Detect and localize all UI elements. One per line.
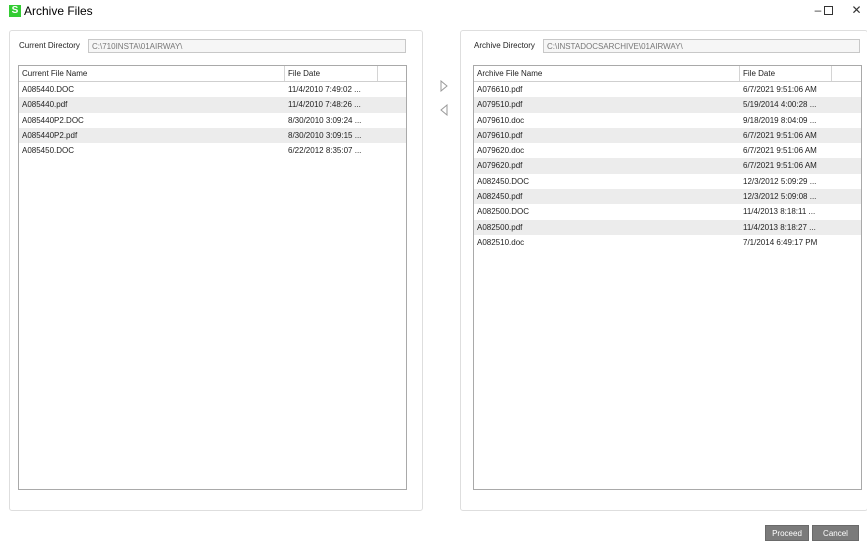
column-header-file-date[interactable]: File Date	[740, 66, 832, 81]
table-row[interactable]: A082450.DOC 12/3/2012 5:09:29 ...	[474, 174, 861, 189]
cancel-button[interactable]: Cancel	[812, 525, 859, 541]
table-row[interactable]: A079620.pdf 6/7/2021 9:51:06 AM	[474, 158, 861, 174]
file-name-cell: A082450.pdf	[477, 192, 523, 202]
close-button[interactable]: ✕	[846, 0, 867, 22]
file-name-cell: A085440.pdf	[22, 100, 68, 110]
file-name-cell: A082510.doc	[477, 237, 525, 247]
file-name-cell: A079510.pdf	[477, 100, 523, 110]
file-name-cell: A085450.DOC	[22, 146, 75, 156]
table-row[interactable]: A085440P2.pdf 8/30/2010 3:09:15 ...	[19, 127, 406, 144]
file-date-cell: 6/7/2021 9:51:06 AM	[743, 130, 817, 140]
file-date-cell: 11/4/2013 8:18:27 ...	[743, 222, 816, 232]
file-date-cell: 11/4/2013 8:18:11 ...	[743, 207, 816, 217]
archive-files-grid[interactable]: Archive File Name File Date A076610.pdf 6…	[473, 65, 862, 490]
file-name-cell: A079610.pdf	[477, 130, 523, 140]
triangle-right-icon[interactable]	[439, 80, 449, 92]
file-date-cell: 12/3/2012 5:09:08 ...	[743, 192, 817, 202]
file-date-cell: 8/30/2010 3:09:15 ...	[288, 130, 362, 140]
table-row[interactable]: A082500.DOC 11/4/2013 8:18:11 ...	[474, 204, 861, 219]
file-name-cell: A076610.pdf	[477, 85, 523, 94]
current-directory-field[interactable]: C:\710INSTA\01AIRWAY\	[88, 39, 406, 53]
maximize-icon	[823, 6, 833, 16]
proceed-button[interactable]: Proceed	[765, 525, 809, 541]
column-header-file-name[interactable]: Current File Name	[19, 66, 285, 81]
file-date-cell: 6/7/2021 9:51:06 AM	[743, 85, 817, 94]
file-date-cell: 12/3/2012 5:09:29 ...	[743, 176, 817, 186]
column-header-file-date[interactable]: File Date	[285, 66, 378, 81]
file-date-cell: 11/4/2010 7:49:02 ...	[288, 85, 361, 94]
current-files-panel: Current Directory C:\710INSTA\01AIRWAY\ …	[9, 30, 423, 511]
file-date-cell: 7/1/2014 6:49:17 PM	[743, 237, 818, 247]
current-files-grid[interactable]: Current File Name File Date A085440.DOC 1…	[18, 65, 407, 490]
current-directory-label: Current Directory	[19, 41, 80, 50]
archive-directory-label: Archive Directory	[474, 41, 535, 50]
file-date-cell: 11/4/2010 7:48:26 ...	[288, 100, 361, 110]
triangle-left-icon[interactable]	[439, 104, 449, 116]
file-date-cell: 6/7/2021 9:51:06 AM	[743, 161, 817, 171]
table-row[interactable]: A085440.pdf 11/4/2010 7:48:26 ...	[19, 97, 406, 113]
table-row[interactable]: A085450.DOC 6/22/2012 8:35:07 ...	[19, 143, 406, 158]
table-row[interactable]: A079610.doc 9/18/2019 8:04:09 ...	[474, 113, 861, 128]
table-row[interactable]: A082510.doc 7/1/2014 6:49:17 PM	[474, 235, 861, 250]
file-name-cell: A082450.DOC	[477, 176, 530, 186]
table-row[interactable]: A082450.pdf 12/3/2012 5:09:08 ...	[474, 189, 861, 205]
table-row[interactable]: A076610.pdf 6/7/2021 9:51:06 AM	[474, 82, 861, 97]
table-row[interactable]: A082500.pdf 11/4/2013 8:18:27 ...	[474, 219, 861, 235]
maximize-button[interactable]	[814, 0, 842, 22]
file-date-cell: 9/18/2019 8:04:09 ...	[743, 115, 817, 125]
table-row[interactable]: A085440P2.DOC 8/30/2010 3:09:24 ...	[19, 113, 406, 128]
table-row[interactable]: A079610.pdf 6/7/2021 9:51:06 AM	[474, 127, 861, 144]
archive-directory-field[interactable]: C:\INSTADOCSARCHIVE\01AIRWAY\	[543, 39, 860, 53]
file-name-cell: A079620.doc	[477, 146, 525, 156]
file-name-cell: A085440P2.pdf	[22, 130, 78, 140]
grid-header: Archive File Name File Date	[474, 66, 861, 82]
file-name-cell: A079610.doc	[477, 115, 525, 125]
title-bar: S Archive Files – ✕	[0, 0, 867, 22]
archive-files-panel: Archive Directory C:\INSTADOCSARCHIVE\01…	[460, 30, 867, 511]
file-name-cell: A082500.DOC	[477, 207, 530, 217]
app-logo-icon: S	[9, 5, 21, 17]
file-date-cell: 5/19/2014 4:00:28 ...	[743, 100, 817, 110]
window-title: Archive Files	[24, 4, 93, 18]
file-date-cell: 6/7/2021 9:51:06 AM	[743, 146, 817, 156]
file-date-cell: 6/22/2012 8:35:07 ...	[288, 146, 362, 156]
file-date-cell: 8/30/2010 3:09:24 ...	[288, 115, 362, 125]
grid-header: Current File Name File Date	[19, 66, 406, 82]
table-row[interactable]: A085440.DOC 11/4/2010 7:49:02 ...	[19, 82, 406, 97]
table-row[interactable]: A079510.pdf 5/19/2014 4:00:28 ...	[474, 97, 861, 113]
file-name-cell: A079620.pdf	[477, 161, 523, 171]
table-row[interactable]: A079620.doc 6/7/2021 9:51:06 AM	[474, 143, 861, 158]
file-name-cell: A082500.pdf	[477, 222, 523, 232]
file-name-cell: A085440P2.DOC	[22, 115, 84, 125]
column-header-archive-file-name[interactable]: Archive File Name	[474, 66, 740, 81]
file-name-cell: A085440.DOC	[22, 85, 75, 94]
